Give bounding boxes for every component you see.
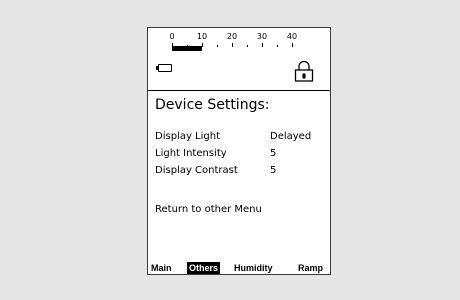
- setting-display-light[interactable]: Display Light Delayed: [155, 130, 325, 144]
- scale-label-40: 40: [286, 32, 298, 41]
- scale-tick: [202, 43, 203, 47]
- device-screen: 0 10 20 30 40 Device Settings: Display L…: [147, 27, 331, 275]
- setting-light-intensity[interactable]: Light Intensity 5: [155, 147, 325, 161]
- scale-tick: [277, 45, 278, 47]
- tab-bar: Main Others Humidity Ramp: [148, 262, 330, 274]
- level-scale: 0 10 20 30 40: [168, 32, 308, 62]
- setting-value: Delayed: [270, 131, 312, 142]
- tab-humidity[interactable]: Humidity: [234, 262, 273, 274]
- setting-value: 5: [270, 148, 277, 159]
- setting-display-contrast[interactable]: Display Contrast 5: [155, 164, 325, 178]
- setting-label: Display Light: [155, 131, 220, 142]
- scale-label-10: 10: [196, 32, 208, 41]
- scale-label-0: 0: [169, 32, 175, 41]
- tab-ramp[interactable]: Ramp: [298, 262, 323, 274]
- tab-main[interactable]: Main: [151, 262, 172, 274]
- setting-label: Display Contrast: [155, 165, 238, 176]
- header-divider: [148, 90, 330, 91]
- page-title: Device Settings:: [155, 97, 270, 113]
- scale-tick: [262, 43, 263, 47]
- return-to-menu-link[interactable]: Return to other Menu: [155, 203, 262, 217]
- scale-tick: [217, 45, 218, 47]
- scale-tick: [247, 45, 248, 47]
- scale-label-30: 30: [256, 32, 268, 41]
- setting-value: 5: [270, 165, 277, 176]
- scale-tick: [292, 43, 293, 47]
- scale-label-20: 20: [226, 32, 238, 41]
- scale-level-bar: [172, 46, 202, 51]
- setting-label: Light Intensity: [155, 148, 227, 159]
- lock-icon: [294, 60, 314, 82]
- scale-tick: [232, 43, 233, 47]
- battery-icon: [156, 64, 172, 72]
- tab-others[interactable]: Others: [187, 262, 221, 274]
